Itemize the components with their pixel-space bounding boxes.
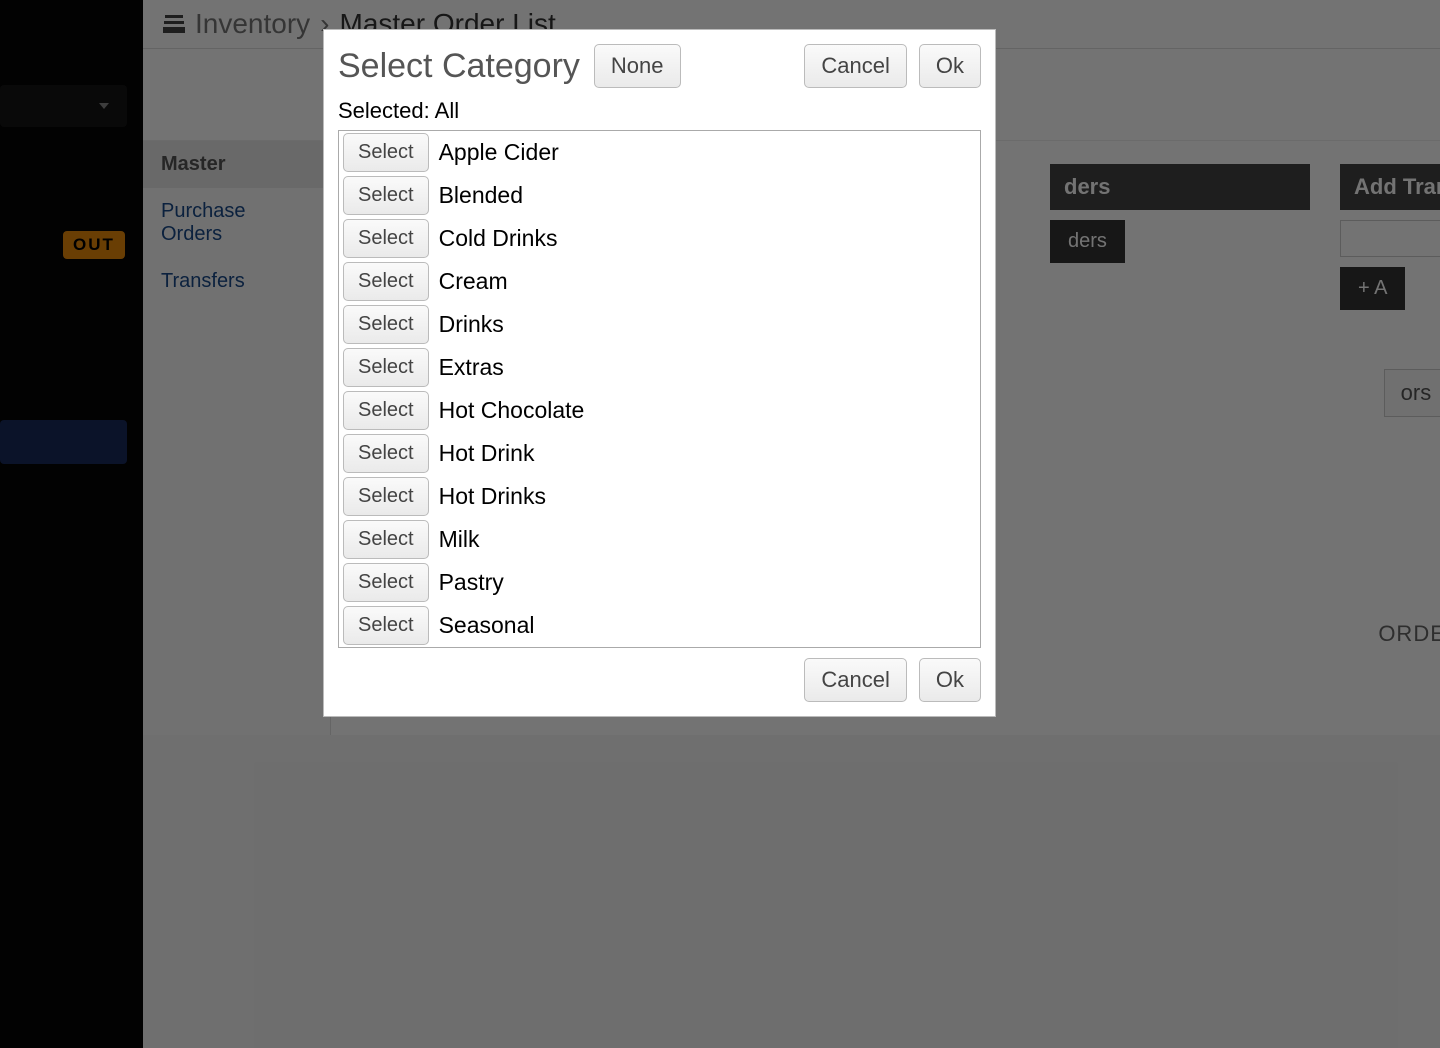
selected-value: All xyxy=(435,98,459,123)
category-row: Select Hot Drink xyxy=(339,432,980,475)
select-category-modal: Select Category None Cancel Ok Selected:… xyxy=(323,29,996,717)
ok-button-top[interactable]: Ok xyxy=(919,44,981,88)
select-category-button[interactable]: Select xyxy=(343,133,429,172)
cancel-button-bottom[interactable]: Cancel xyxy=(804,658,906,702)
modal-title: Select Category xyxy=(338,47,580,86)
selected-summary: Selected: All xyxy=(338,98,981,124)
category-list: Select Apple Cider Select Blended Select Cold… xyxy=(338,130,981,648)
select-category-button[interactable]: Select xyxy=(343,563,429,602)
select-category-button[interactable]: Select xyxy=(343,219,429,258)
select-category-button[interactable]: Select xyxy=(343,477,429,516)
category-row: Select Milk xyxy=(339,518,980,561)
select-category-button[interactable]: Select xyxy=(343,176,429,215)
select-category-button[interactable]: Select xyxy=(343,606,429,645)
select-category-button[interactable]: Select xyxy=(343,520,429,559)
none-button[interactable]: None xyxy=(594,44,681,88)
category-row: Select Apple Cider xyxy=(339,131,980,174)
category-label: Cold Drinks xyxy=(439,225,558,252)
category-row: Select Hot Drinks xyxy=(339,475,980,518)
category-row: Select Pastry xyxy=(339,561,980,604)
category-label: Hot Drinks xyxy=(439,483,546,510)
category-row: Select Cream xyxy=(339,260,980,303)
select-category-button[interactable]: Select xyxy=(343,262,429,301)
category-label: Milk xyxy=(439,526,480,553)
category-row: Select Drinks xyxy=(339,303,980,346)
category-row: Select Extras xyxy=(339,346,980,389)
category-row: Select Seasonal xyxy=(339,604,980,647)
category-label: Hot Chocolate xyxy=(439,397,585,424)
category-label: Pastry xyxy=(439,569,504,596)
category-label: Cream xyxy=(439,268,508,295)
category-label: Apple Cider xyxy=(439,139,559,166)
selected-prefix: Selected: xyxy=(338,98,435,123)
category-row: Select Blended xyxy=(339,174,980,217)
category-row: Select Cold Drinks xyxy=(339,217,980,260)
category-row: Select Hot Chocolate xyxy=(339,389,980,432)
category-label: Drinks xyxy=(439,311,504,338)
select-category-button[interactable]: Select xyxy=(343,391,429,430)
select-category-button[interactable]: Select xyxy=(343,305,429,344)
cancel-button-top[interactable]: Cancel xyxy=(804,44,906,88)
ok-button-bottom[interactable]: Ok xyxy=(919,658,981,702)
category-label: Blended xyxy=(439,182,523,209)
category-label: Extras xyxy=(439,354,504,381)
select-category-button[interactable]: Select xyxy=(343,348,429,387)
select-category-button[interactable]: Select xyxy=(343,434,429,473)
category-label: Hot Drink xyxy=(439,440,535,467)
category-label: Seasonal xyxy=(439,612,535,639)
